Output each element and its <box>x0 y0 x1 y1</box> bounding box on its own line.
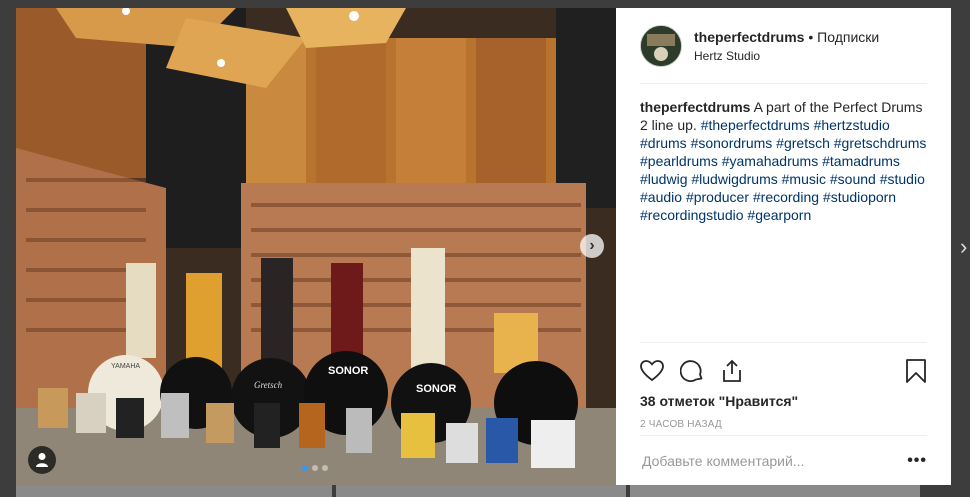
hashtag[interactable]: #studioporn <box>823 189 896 205</box>
hashtag[interactable]: #hertzstudio <box>814 117 890 133</box>
follow-status[interactable]: • Подписки <box>808 29 879 45</box>
carousel-dots <box>302 465 328 471</box>
background-feed-strip <box>0 485 970 497</box>
post-actions: 38 отметок "Нравится" 2 часов назад <box>640 342 927 430</box>
hashtag[interactable]: #tamadrums <box>822 153 900 169</box>
carousel-dot <box>312 465 318 471</box>
user-tag-button[interactable] <box>28 446 56 474</box>
likes-count[interactable]: 38 отметок "Нравится" <box>640 393 927 409</box>
hashtag[interactable]: #producer <box>686 189 749 205</box>
bookmark-icon <box>906 359 926 383</box>
hashtag[interactable]: #recordingstudio <box>640 207 744 223</box>
chevron-right-icon: › <box>589 237 595 254</box>
user-tag-icon <box>36 453 48 467</box>
comment-button[interactable] <box>680 351 720 391</box>
post-timestamp[interactable]: 2 часов назад <box>640 419 927 430</box>
drum-studio-photo: SONOR SONOR Gretsch YAMAHA <box>16 8 616 485</box>
save-button[interactable] <box>887 351 927 391</box>
like-button[interactable] <box>640 351 680 391</box>
drum-brand-label: SONOR <box>328 365 368 377</box>
hashtag[interactable]: #sound <box>830 171 876 187</box>
drum-brand-label: Gretsch <box>254 380 283 390</box>
heart-icon <box>640 360 664 382</box>
avatar-image <box>641 25 681 66</box>
hashtag[interactable]: #gretschdrums <box>834 135 927 151</box>
hashtag[interactable]: #music <box>782 171 826 187</box>
share-icon <box>723 359 741 382</box>
post-sidebar: theperfectdrums • Подписки Hertz Studio … <box>616 8 951 485</box>
more-options-button[interactable]: ••• <box>907 452 927 470</box>
post-modal: SONOR SONOR Gretsch YAMAHA › theperfectd… <box>16 8 951 485</box>
hashtag[interactable]: #ludwig <box>640 171 687 187</box>
avatar[interactable] <box>640 24 682 67</box>
caption-username[interactable]: theperfectdrums <box>640 99 750 115</box>
next-post-button[interactable]: › <box>960 234 967 260</box>
hashtag[interactable]: #drums <box>640 135 687 151</box>
share-button[interactable] <box>720 351 760 391</box>
next-image-button[interactable]: › <box>580 234 604 258</box>
post-image[interactable]: SONOR SONOR Gretsch YAMAHA › <box>16 8 616 485</box>
hashtag[interactable]: #theperfectdrums <box>701 117 810 133</box>
hashtag[interactable]: #audio <box>640 189 682 205</box>
post-header: theperfectdrums • Подписки Hertz Studio <box>640 8 927 84</box>
hashtag[interactable]: #gearporn <box>747 207 811 223</box>
comment-icon <box>680 360 703 382</box>
hashtag[interactable]: #sonordrums <box>691 135 773 151</box>
carousel-dot <box>322 465 328 471</box>
carousel-dot <box>302 465 308 471</box>
drum-brand-label: YAMAHA <box>111 363 140 370</box>
hashtag[interactable]: #pearldrums <box>640 153 718 169</box>
username-link[interactable]: theperfectdrums <box>694 29 804 45</box>
comment-input[interactable] <box>640 452 908 470</box>
post-caption: theperfectdrums A part of the Perfect Dr… <box>640 98 927 224</box>
comment-bar: ••• <box>640 435 927 486</box>
hashtag[interactable]: #gretsch <box>776 135 830 151</box>
hashtag[interactable]: #recording <box>753 189 819 205</box>
drum-brand-label: SONOR <box>416 383 456 395</box>
hashtag[interactable]: #yamahadrums <box>722 153 819 169</box>
hashtag[interactable]: #ludwigdrums <box>691 171 777 187</box>
location-link[interactable]: Hertz Studio <box>694 49 879 63</box>
hashtag[interactable]: #studio <box>880 171 925 187</box>
